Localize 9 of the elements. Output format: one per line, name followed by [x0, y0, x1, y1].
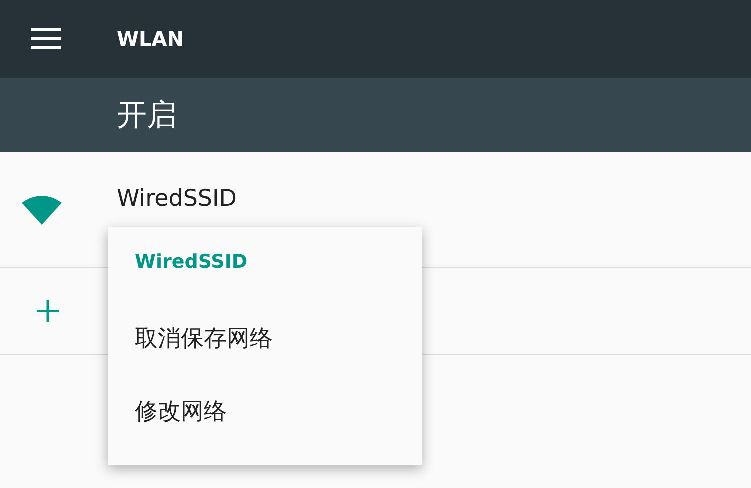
- switch-bar[interactable]: 开启: [0, 78, 751, 152]
- add-icon[interactable]: [37, 300, 59, 322]
- menu-item[interactable]: 取消保存网络: [108, 303, 422, 376]
- toolbar-title: WLAN: [117, 27, 184, 51]
- menu-icon[interactable]: [31, 28, 61, 50]
- menu-title: WiredSSID: [134, 251, 249, 275]
- menu-item[interactable]: 修改网络: [108, 376, 422, 449]
- wifi-icon: [22, 194, 62, 224]
- network-name[interactable]: WiredSSID: [117, 186, 238, 212]
